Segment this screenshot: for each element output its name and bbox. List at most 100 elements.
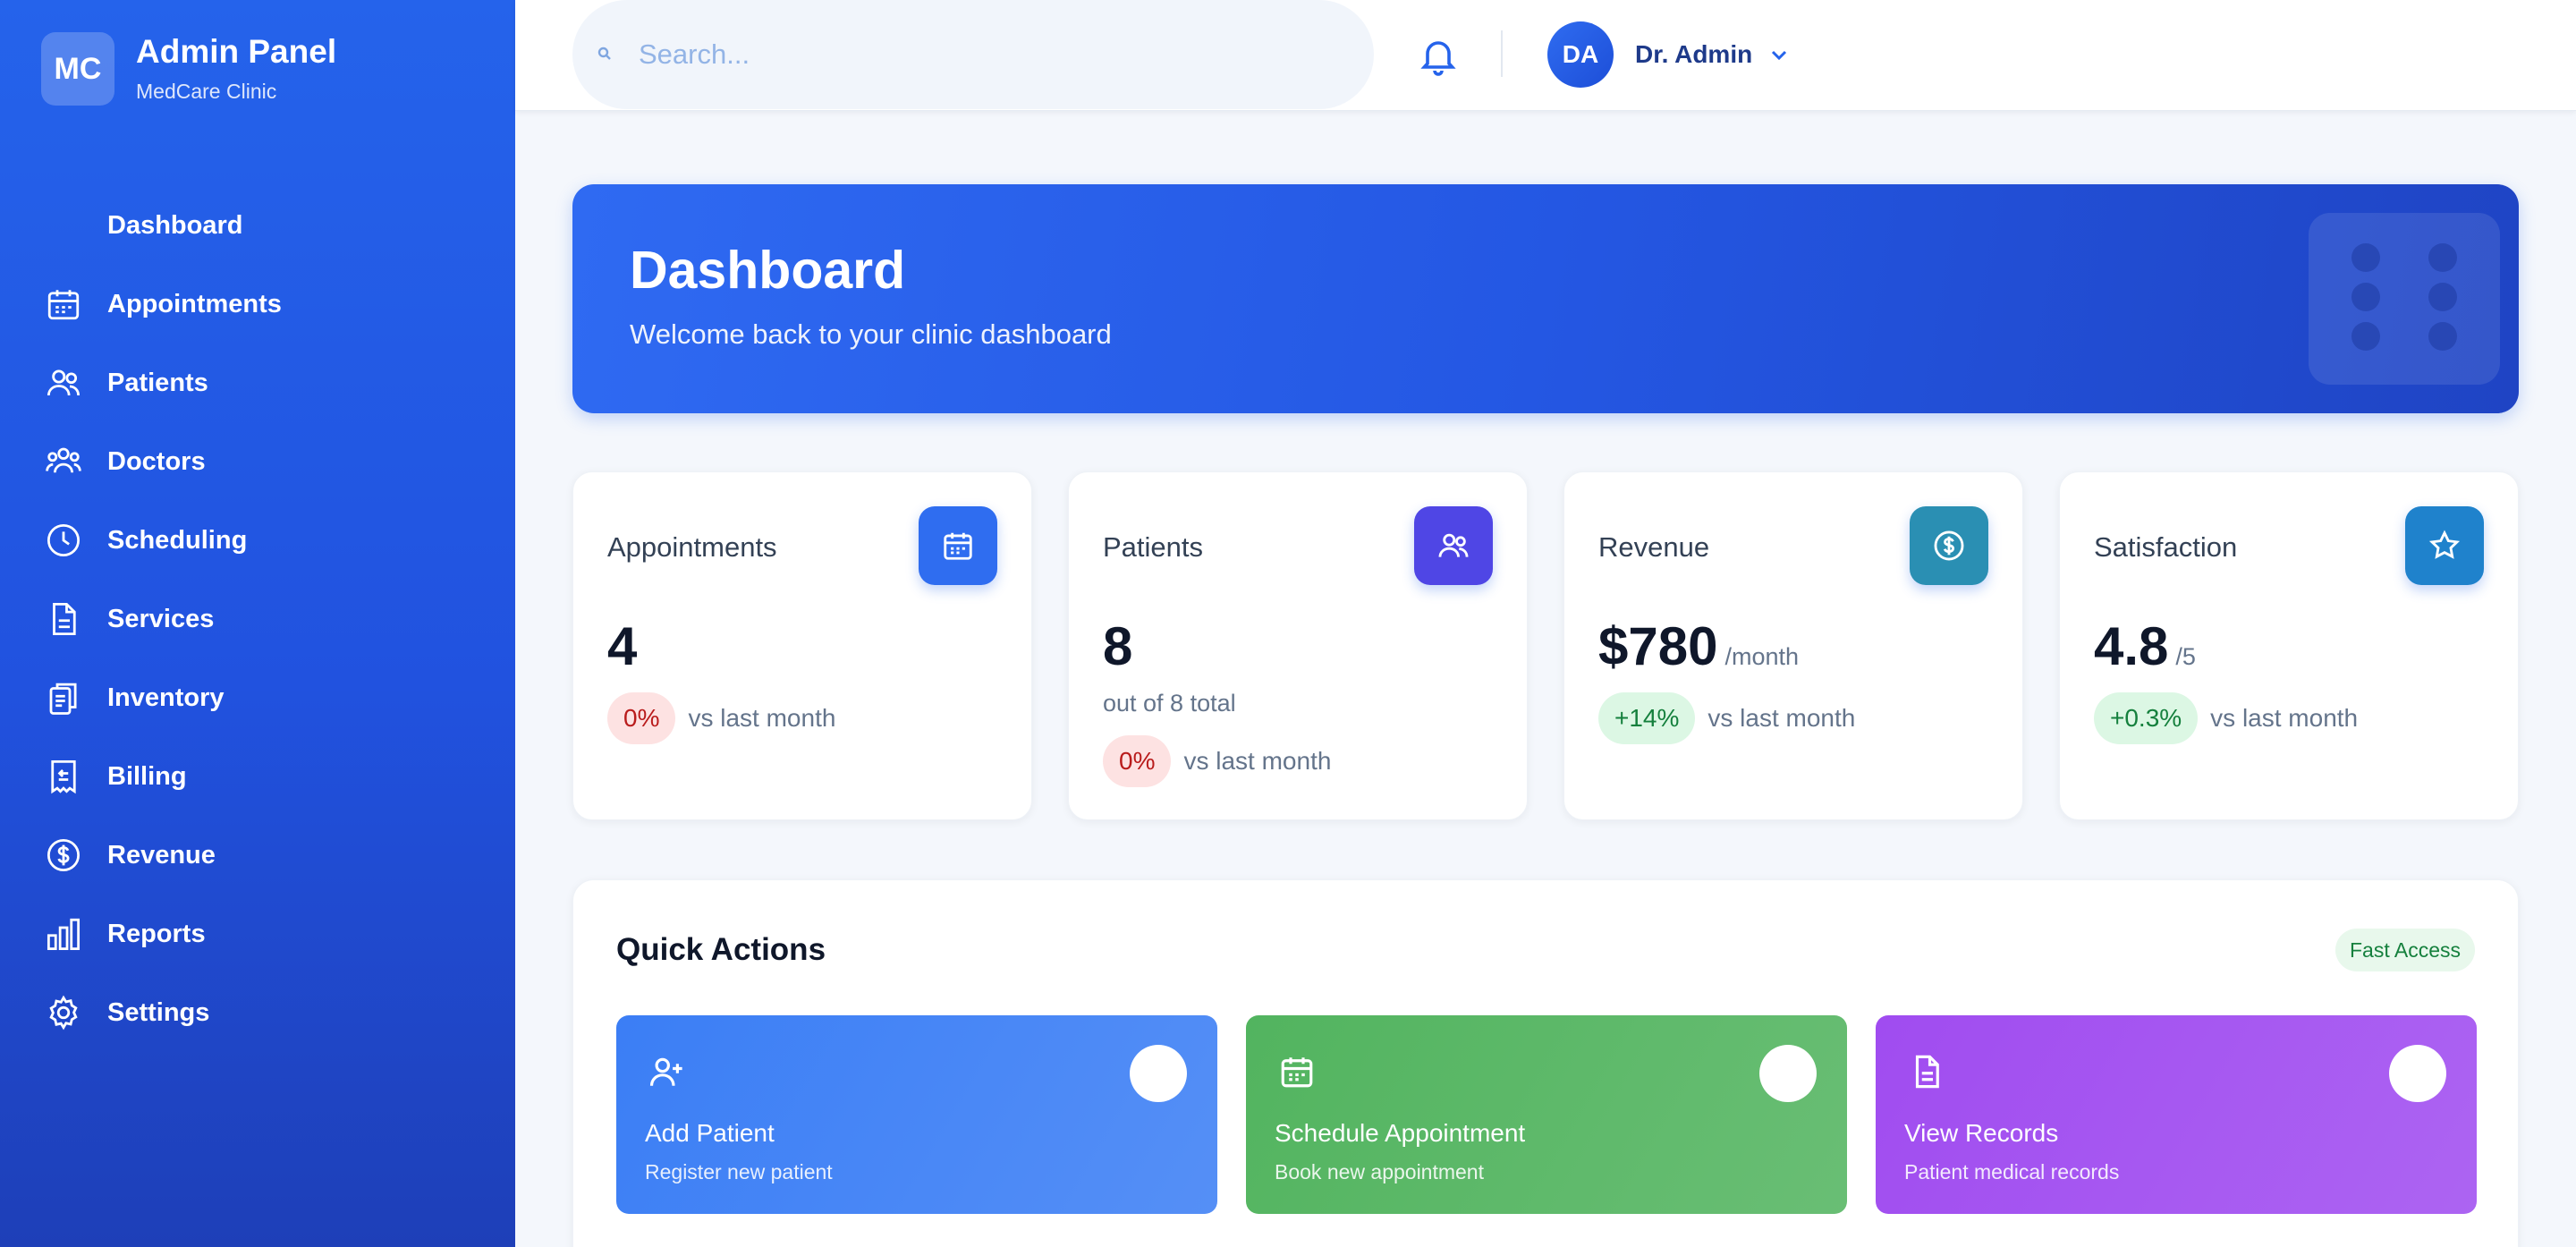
fast-access-badge: Fast Access (2335, 929, 2475, 971)
chevron-down-icon (1768, 44, 1790, 65)
stat-card-satisfaction: Satisfaction 4.8/5 +0.3% vs last month (2059, 471, 2519, 820)
action-title: Schedule Appointment (1275, 1119, 1526, 1147)
sidebar-item-label: Dashboard (107, 210, 243, 240)
sidebar-item-label: Reports (107, 919, 206, 948)
sidebar-item-patients[interactable]: Patients (0, 344, 515, 422)
change-label: vs last month (688, 704, 836, 732)
dots-decoration-icon (2309, 213, 2500, 385)
sidebar-item-revenue[interactable]: Revenue (0, 816, 515, 895)
brand-title: Admin Panel (136, 33, 337, 71)
sidebar-item-label: Doctors (107, 446, 206, 476)
hero-banner: Dashboard Welcome back to your clinic da… (572, 184, 2519, 413)
sidebar-item-billing[interactable]: Billing (0, 737, 515, 816)
section-title: Quick Actions (616, 932, 826, 967)
dollar-icon (45, 836, 82, 874)
user-group-icon (45, 443, 82, 480)
stat-value: $780 (1598, 616, 1718, 676)
stat-change: +14% vs last month (1598, 692, 1855, 744)
calendar-icon (919, 506, 997, 585)
action-subtitle: Patient medical records (1904, 1160, 2120, 1183)
notifications-bell-icon[interactable] (1417, 34, 1460, 77)
search-bar (572, 0, 1374, 109)
stat-unit: /5 (2175, 643, 2196, 670)
users-icon (45, 364, 82, 402)
schedule-appointment-button[interactable]: Schedule Appointment Book new appointmen… (1246, 1015, 1847, 1214)
sidebar: MC Admin Panel MedCare Clinic Dashboard … (0, 0, 515, 1247)
action-subtitle: Register new patient (645, 1160, 833, 1183)
clipboard-icon (45, 679, 82, 717)
change-label: vs last month (1707, 704, 1856, 732)
action-subtitle: Book new appointment (1275, 1160, 1484, 1183)
divider (1501, 30, 1503, 77)
sidebar-item-services[interactable]: Services (0, 580, 515, 658)
search-input[interactable] (639, 27, 1336, 82)
sidebar-item-appointments[interactable]: Appointments (0, 265, 515, 344)
file-icon (1908, 1053, 1945, 1090)
stat-unit: /month (1724, 643, 1800, 670)
sidebar-item-label: Revenue (107, 840, 216, 870)
stat-title: Satisfaction (2094, 531, 2238, 563)
quick-actions-panel: Quick Actions Fast Access Add Patient Re… (572, 879, 2519, 1247)
change-badge: 0% (1103, 735, 1172, 787)
stat-title: Appointments (607, 531, 777, 563)
action-indicator (1759, 1045, 1817, 1102)
clock-icon (45, 522, 82, 559)
receipt-icon (45, 758, 82, 795)
change-label: vs last month (2210, 704, 2359, 732)
action-title: Add Patient (645, 1119, 775, 1147)
change-badge: 0% (607, 692, 676, 744)
change-label: vs last month (1183, 747, 1332, 775)
calendar-icon (45, 285, 82, 323)
change-badge: +0.3% (2094, 692, 2199, 744)
gear-icon (45, 994, 82, 1031)
brand-subtitle: MedCare Clinic (136, 79, 277, 103)
avatar: DA (1547, 21, 1614, 88)
sidebar-item-label: Billing (107, 761, 187, 791)
brand-logo: MC (41, 32, 114, 106)
sidebar-item-label: Appointments (107, 289, 282, 318)
stat-card-patients: Patients 8 out of 8 total 0% vs last mon… (1068, 471, 1528, 820)
sidebar-item-label: Scheduling (107, 525, 248, 555)
sidebar-item-scheduling[interactable]: Scheduling (0, 501, 515, 580)
view-records-button[interactable]: View Records Patient medical records (1876, 1015, 2477, 1214)
user-name: Dr. Admin (1635, 40, 1753, 68)
topbar: DA Dr. Admin (515, 0, 2576, 111)
search-icon (597, 47, 612, 61)
stat-change: +0.3% vs last month (2094, 692, 2358, 744)
action-indicator (2389, 1045, 2446, 1102)
brand: MC Admin Panel MedCare Clinic (41, 32, 336, 106)
sidebar-item-reports[interactable]: Reports (0, 895, 515, 973)
sidebar-item-label: Settings (107, 997, 210, 1027)
user-menu[interactable]: DA Dr. Admin (1547, 21, 1790, 88)
document-icon (45, 600, 82, 638)
stat-value: 4 (607, 616, 638, 676)
user-plus-icon (648, 1053, 686, 1090)
stat-note: out of 8 total (1103, 690, 1236, 717)
stat-change: 0% vs last month (607, 692, 835, 744)
stat-change: 0% vs last month (1103, 735, 1331, 787)
sidebar-nav: Dashboard Appointments Patients Doctors … (0, 186, 515, 1052)
calendar-icon (1278, 1053, 1316, 1090)
sidebar-item-label: Services (107, 604, 215, 633)
stat-card-revenue: Revenue $780/month +14% vs last month (1563, 471, 2023, 820)
stat-title: Revenue (1598, 531, 1710, 563)
page-subtitle: Welcome back to your clinic dashboard (630, 318, 1112, 350)
sidebar-item-label: Inventory (107, 683, 225, 712)
action-title: View Records (1904, 1119, 2059, 1147)
dollar-icon (1910, 506, 1988, 585)
change-badge: +14% (1598, 692, 1696, 744)
page-title: Dashboard (630, 241, 906, 300)
add-patient-button[interactable]: Add Patient Register new patient (616, 1015, 1217, 1214)
stat-title: Patients (1103, 531, 1204, 563)
stat-card-appointments: Appointments 4 0% vs last month (572, 471, 1032, 820)
sidebar-item-inventory[interactable]: Inventory (0, 658, 515, 737)
users-icon (1414, 506, 1493, 585)
stat-value: 8 (1103, 616, 1133, 676)
sidebar-item-doctors[interactable]: Doctors (0, 422, 515, 501)
sidebar-item-settings[interactable]: Settings (0, 973, 515, 1052)
star-icon (2405, 506, 2484, 585)
bar-chart-icon (45, 915, 82, 953)
sidebar-item-dashboard[interactable]: Dashboard (0, 186, 515, 265)
stat-value: 4.8 (2094, 616, 2169, 676)
sidebar-item-label: Patients (107, 368, 208, 397)
